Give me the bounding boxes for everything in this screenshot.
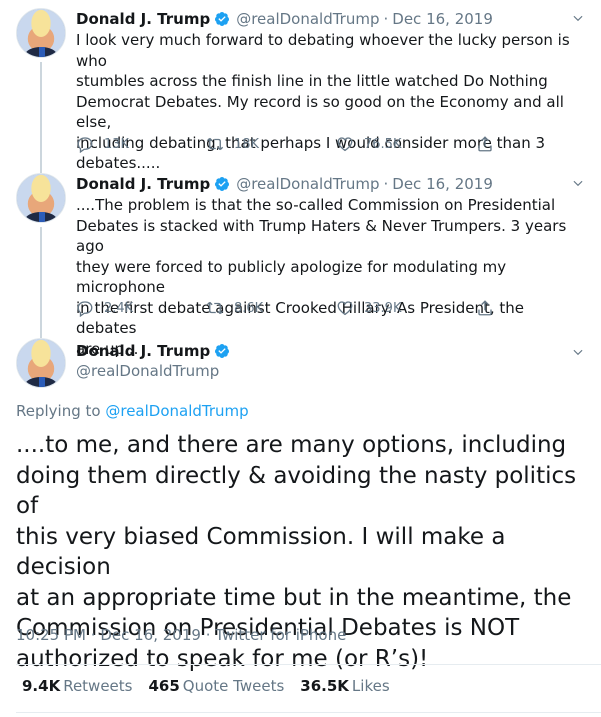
verified-badge-icon <box>214 176 230 192</box>
reply-button[interactable]: 13K <box>76 135 206 153</box>
author-handle[interactable]: @realDonaldTrump <box>236 175 379 193</box>
tweet-header: Donald J. Trump @realDonaldTrump · Dec 1… <box>76 8 585 30</box>
tweet-date[interactable]: Dec 16, 2019 <box>392 10 493 28</box>
chevron-down-icon[interactable] <box>571 176 585 190</box>
author-handle[interactable]: @realDonaldTrump <box>236 10 379 28</box>
thread-connector <box>40 62 42 174</box>
divider <box>16 712 601 713</box>
tweet-actions: 13K 18K 76.5K <box>76 133 506 155</box>
likes-stat[interactable]: 36.5K Likes <box>300 677 389 695</box>
tweet-date[interactable]: Dec 16, 2019 <box>100 626 201 644</box>
avatar[interactable] <box>16 173 66 223</box>
thread-tweet[interactable]: Donald J. Trump @realDonaldTrump · Dec 1… <box>0 8 601 174</box>
like-icon <box>336 135 354 153</box>
thread-tweet[interactable]: Donald J. Trump @realDonaldTrump · Dec 1… <box>0 173 601 358</box>
reply-button[interactable]: 2.4K <box>76 299 206 317</box>
retweet-button[interactable]: 8.6K <box>206 299 336 317</box>
reply-icon <box>76 135 94 153</box>
quote-tweets-stat[interactable]: 465 Quote Tweets <box>148 677 284 695</box>
tweet-header: Donald J. Trump @realDonaldTrump · Dec 1… <box>76 173 585 195</box>
share-icon <box>476 135 494 153</box>
separator-dot: · <box>205 626 211 644</box>
chevron-down-icon[interactable] <box>571 11 585 25</box>
separator-dot: · <box>383 175 389 193</box>
share-button[interactable] <box>476 135 504 153</box>
tweet-time[interactable]: 10:25 PM <box>16 626 86 644</box>
verified-badge-icon <box>214 11 230 27</box>
avatar[interactable] <box>16 338 66 388</box>
separator-dot: · <box>383 10 389 28</box>
tweet-actions: 2.4K 8.6K 33.9K <box>76 297 506 319</box>
retweet-button[interactable]: 18K <box>206 135 336 153</box>
author-name[interactable]: Donald J. Trump <box>76 10 210 28</box>
main-author-name-row: Donald J. Trump <box>76 342 236 360</box>
retweet-icon <box>206 299 224 317</box>
like-count: 33.9K <box>364 300 402 316</box>
retweet-count: 18K <box>234 136 260 152</box>
tweet-date[interactable]: Dec 16, 2019 <box>392 175 493 193</box>
verified-badge-icon <box>214 343 230 359</box>
retweets-stat[interactable]: 9.4K Retweets <box>22 677 132 695</box>
reply-count: 13K <box>104 136 130 152</box>
like-icon <box>336 299 354 317</box>
author-handle[interactable]: @realDonaldTrump <box>76 362 219 380</box>
tweet-source[interactable]: Twitter for iPhone <box>215 626 346 644</box>
author-name[interactable]: Donald J. Trump <box>76 342 210 360</box>
tweet-text: ....The problem is that the so-called Co… <box>76 196 567 358</box>
share-icon <box>476 299 494 317</box>
author-name[interactable]: Donald J. Trump <box>76 175 210 193</box>
engagement-stats: 9.4K Retweets 465 Quote Tweets 36.5K Likes <box>22 677 406 695</box>
retweet-icon <box>206 135 224 153</box>
separator-dot: · <box>90 626 96 644</box>
chevron-down-icon[interactable] <box>571 345 585 359</box>
replying-to-link[interactable]: @realDonaldTrump <box>105 402 248 420</box>
like-button[interactable]: 33.9K <box>336 299 466 317</box>
avatar[interactable] <box>16 8 66 58</box>
like-count: 76.5K <box>364 136 402 152</box>
replying-to: Replying to @realDonaldTrump <box>16 402 249 420</box>
thread-connector <box>40 227 42 339</box>
like-button[interactable]: 76.5K <box>336 135 466 153</box>
reply-count: 2.4K <box>104 300 134 316</box>
share-button[interactable] <box>476 299 504 317</box>
retweet-count: 8.6K <box>234 300 264 316</box>
divider <box>16 664 601 665</box>
tweet-meta: 10:25 PM · Dec 16, 2019 · Twitter for iP… <box>16 626 346 644</box>
replying-to-label: Replying to <box>16 402 101 420</box>
reply-icon <box>76 299 94 317</box>
